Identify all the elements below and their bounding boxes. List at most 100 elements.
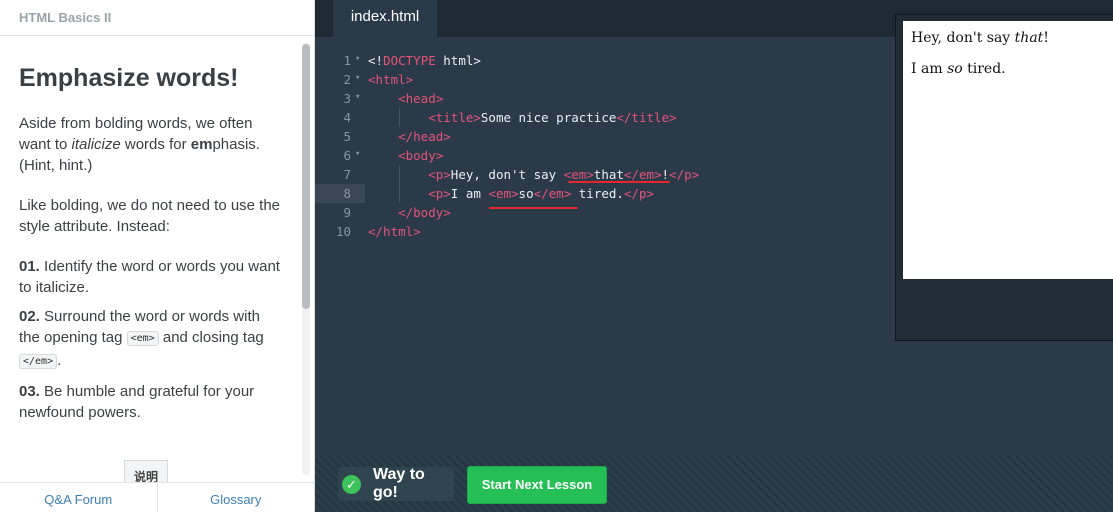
preview-text: Hey, don't say — [911, 30, 1015, 46]
preview-line-2: I am so tired. — [911, 61, 1113, 77]
step-item: 02. Surround the word or words with the … — [19, 306, 281, 373]
text-token: Hey, don't say — [450, 167, 564, 182]
course-title[interactable]: HTML Basics II — [0, 0, 314, 36]
lesson-intro: Aside from bolding words, we often want … — [19, 113, 281, 176]
code-text[interactable]: <p>I am <em>so</em> tired.</p> — [368, 184, 654, 203]
code-text[interactable]: <title>Some nice practice</title> — [368, 108, 677, 127]
code-line[interactable]: 5 </head> — [315, 127, 895, 146]
step-item: 01. Identify the word or words you want … — [19, 256, 281, 298]
text-token: html> — [435, 53, 481, 68]
start-next-lesson-button[interactable]: Start Next Lesson — [467, 466, 607, 504]
preview-text: ! — [1043, 30, 1049, 46]
step-text: Identify the word or words you want to i… — [19, 258, 280, 296]
code-text[interactable]: </html> — [368, 222, 421, 241]
fold-arrow-icon[interactable]: ▾ — [355, 88, 360, 107]
html-tag-token: </head> — [398, 129, 451, 144]
intro-italic: italicize — [71, 136, 121, 153]
code-text[interactable]: </head> — [368, 127, 451, 146]
fold-arrow-icon[interactable]: ▾ — [355, 69, 360, 88]
fold-arrow-icon[interactable]: ▾ — [355, 145, 360, 164]
html-tag-token: <html> — [368, 72, 414, 87]
html-tag-token: <! — [368, 53, 384, 68]
line-number: 5 — [343, 129, 351, 144]
line-number: 6 — [343, 148, 351, 163]
code-line[interactable]: 2 ▾ <html> — [315, 70, 895, 89]
fold-arrow-icon[interactable]: ▾ — [355, 50, 360, 69]
step-text: and closing tag — [158, 329, 264, 346]
error-underline — [568, 181, 670, 183]
success-message: ✓ Way to go! — [338, 466, 454, 501]
line-number: 4 — [343, 110, 351, 125]
code-line[interactable]: 10 </html> — [315, 222, 895, 241]
code-line[interactable]: 1 ▾ <!DOCTYPE html> — [315, 51, 895, 70]
preview-emphasis: so — [947, 61, 963, 77]
lesson-para2: Like bolding, we do not need to use the … — [19, 197, 281, 235]
preview-line-1: Hey, don't say that! — [911, 30, 1113, 46]
html-tag-token: </html> — [368, 224, 421, 239]
html-tag-token: </em> — [533, 186, 572, 201]
html-tag-token: <title> — [428, 110, 481, 125]
html-tag-token: </em> — [623, 167, 662, 182]
lesson-heading: Emphasize words! — [19, 64, 239, 92]
code-area[interactable]: 1 ▾ <!DOCTYPE html> 2 ▾ <html> 3 ▾ <head> 4 <tit… — [315, 51, 895, 241]
preview-text: tired. — [962, 61, 1006, 77]
success-text: Way to go! — [372, 466, 425, 501]
intro-bold: em — [190, 136, 213, 153]
scrollbar-thumb[interactable] — [302, 44, 310, 309]
step-item: 03. Be humble and grateful for your newf… — [19, 381, 281, 423]
error-underline — [489, 207, 578, 209]
file-tab-index-html[interactable]: index.html — [333, 0, 437, 37]
html-tag-token: <em> — [488, 186, 519, 201]
text-token: ! — [661, 167, 670, 182]
code-text[interactable]: <head> — [368, 89, 443, 108]
step-number: 03. — [19, 383, 40, 400]
glossary-link[interactable]: Glossary — [156, 483, 315, 512]
html-tag-token: </title> — [616, 110, 677, 125]
code-snippet: <em> — [126, 331, 159, 346]
action-bar: ✓ Way to go! Start Next Lesson — [315, 455, 1113, 512]
code-line[interactable]: 9 </body> — [315, 203, 895, 222]
lesson-panel: HTML Basics II Emphasize words! Aside fr… — [0, 0, 315, 512]
line-number: 9 — [343, 205, 351, 220]
code-line[interactable]: 8 <p>I am <em>so</em> tired.</p> — [315, 184, 895, 203]
code-line[interactable]: 4 <title>Some nice practice</title> — [315, 108, 895, 127]
line-number: 8 — [343, 186, 351, 201]
line-number: 7 — [343, 167, 351, 182]
text-token: Some nice practice — [480, 110, 617, 125]
step-number: 02. — [19, 308, 40, 325]
html-tag-token: DOCTYPE — [383, 53, 436, 68]
preview-pane: Hey, don't say that! I am so tired. — [903, 21, 1113, 279]
html-tag-token: </body> — [398, 205, 451, 220]
html-tag-token: </p> — [623, 186, 655, 201]
preview-emphasis: that — [1014, 30, 1044, 46]
text-token: tired. — [571, 186, 624, 201]
text-token: that — [593, 167, 624, 182]
line-number: 2 — [343, 72, 351, 87]
code-line[interactable]: 3 ▾ <head> — [315, 89, 895, 108]
line-number: 3 — [343, 91, 351, 106]
indent-guide — [399, 165, 400, 203]
lesson-content: Emphasize words! Aside from bolding word… — [19, 62, 281, 431]
text-token: I am — [450, 186, 489, 201]
tip-tab[interactable]: 说明 — [124, 460, 168, 484]
code-text[interactable]: </body> — [368, 203, 451, 222]
html-tag-token: </p> — [669, 167, 700, 182]
step-number: 01. — [19, 258, 40, 275]
code-text[interactable]: <!DOCTYPE html> — [368, 51, 481, 70]
step-text: . — [57, 352, 62, 369]
indent-guide — [399, 108, 400, 127]
html-tag-token: <head> — [398, 91, 444, 106]
lesson-footer: Q&A Forum Glossary — [0, 482, 314, 512]
code-text[interactable]: <html> — [368, 70, 413, 89]
code-line[interactable]: 6 ▾ <body> — [315, 146, 895, 165]
checkmark-icon: ✓ — [342, 474, 361, 494]
qa-forum-link[interactable]: Q&A Forum — [0, 483, 157, 512]
code-snippet: </em> — [19, 354, 58, 369]
html-tag-token: <p> — [428, 186, 451, 201]
steps-list: 01. Identify the word or words you want … — [19, 256, 281, 423]
code-text[interactable]: <body> — [368, 146, 443, 165]
line-number: 10 — [335, 224, 351, 239]
